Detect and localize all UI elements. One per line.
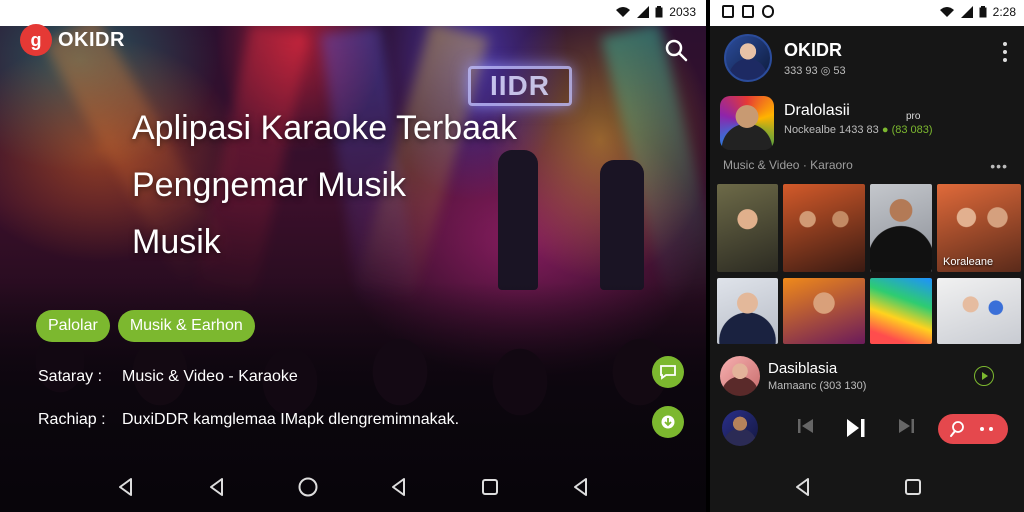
microphone-icon: [950, 421, 964, 437]
featured-meta-green: ● (83 083): [881, 124, 933, 136]
download-button[interactable]: [652, 406, 684, 438]
more-menu-icon[interactable]: [1002, 42, 1008, 62]
now-playing-avatar[interactable]: [720, 356, 760, 396]
video-tile-6[interactable]: [783, 278, 865, 344]
featured-thumbnail[interactable]: [720, 96, 774, 150]
notification-icon-3: [762, 5, 774, 18]
now-playing-subtitle: Mamaanc (303 130): [768, 380, 867, 392]
info-value-description: DuxiDDR kamglemaa IMapk dlengremimnakak.: [122, 411, 460, 428]
battery-icon: [655, 6, 663, 18]
video-tile-4[interactable]: Koraleane: [937, 184, 1021, 272]
status-bar-right: 2:28: [710, 0, 1024, 26]
download-icon: [661, 415, 675, 429]
notification-icon: [722, 5, 734, 18]
battery-icon: [979, 6, 987, 18]
now-playing-play-button[interactable]: [974, 366, 994, 386]
previous-icon[interactable]: [796, 414, 816, 438]
headline-line-1: Aplipasi Karaoke Terbaak: [132, 109, 517, 147]
video-tile-2[interactable]: [783, 184, 865, 272]
featured-title[interactable]: Dralolasii: [784, 102, 850, 120]
headline-line-3: Musik: [132, 223, 221, 261]
nav-recents-icon[interactable]: [479, 476, 501, 498]
player-avatar[interactable]: [722, 410, 758, 446]
tile-label: Koraleane: [943, 256, 994, 268]
featured-meta: Nockealbe 1433 83 ● (83 083): [784, 124, 933, 136]
right-screen-app: 2:28 OKIDR 333 93 ◎ 53 Dralolasii pro No…: [710, 0, 1024, 512]
chip-popular[interactable]: Palolar: [36, 310, 110, 342]
status-time: 2033: [669, 5, 696, 19]
signal-icon: [637, 6, 650, 18]
screen-divider: [706, 0, 710, 512]
status-time: 2:28: [992, 5, 1016, 19]
nav-back-icon[interactable]: [792, 476, 814, 498]
profile-stats: 333 93 ◎ 53: [784, 65, 846, 77]
left-screen-hero: IIDR 2033 g OKIDR Aplipasi Karaoke Terba…: [0, 0, 706, 512]
nav-bar-right: [710, 462, 1024, 512]
play-pause-icon[interactable]: [844, 414, 868, 442]
video-grid: Koraleane: [717, 184, 1023, 344]
category-chips: Palolar Musik & Earhon: [36, 310, 255, 342]
brand-name: OKIDR: [58, 28, 125, 51]
info-key-category: Sataray :: [38, 368, 103, 385]
video-tile-7[interactable]: [870, 278, 932, 344]
search-button[interactable]: [664, 38, 690, 64]
chat-button[interactable]: [652, 356, 684, 388]
notification-icon-2: [742, 5, 754, 18]
nav-bar-left: [0, 462, 706, 512]
video-tile-5[interactable]: [717, 278, 778, 344]
search-icon: [665, 39, 688, 62]
nav-back-icon[interactable]: [115, 476, 137, 498]
wifi-icon: [939, 7, 954, 17]
info-key-description: Rachiap :: [38, 411, 106, 428]
karaoke-record-button[interactable]: [938, 414, 1008, 444]
info-row-description: Rachiap : DuxiDDR kamglemaa IMapk dlengr…: [38, 411, 459, 429]
video-tile-1[interactable]: [717, 184, 778, 272]
featured-badge: pro: [906, 111, 921, 122]
profile-name: OKIDR: [784, 40, 842, 60]
video-tile-3[interactable]: [870, 184, 932, 272]
section-more-icon[interactable]: •••: [990, 158, 1008, 174]
brand[interactable]: g OKIDR: [20, 24, 125, 56]
chat-bubble-icon: [660, 365, 676, 380]
video-tile-8[interactable]: [937, 278, 1021, 344]
featured-meta-green-text: (83 083): [891, 124, 933, 136]
chip-music-earphone[interactable]: Musik & Earhon: [117, 310, 255, 342]
now-playing-title[interactable]: Dasiblasia: [768, 360, 837, 377]
info-row-category: Sataray : Music & Video - Karaoke: [38, 368, 298, 386]
play-icon: [982, 372, 988, 380]
nav-home-icon[interactable]: [297, 476, 319, 498]
next-icon[interactable]: [896, 414, 916, 438]
status-bar-left: 2033: [0, 0, 706, 26]
nav-back-icon-3[interactable]: [388, 476, 410, 498]
hero-headline: Aplipasi Karaoke Terbaak Pengŋemar Musik…: [132, 100, 572, 271]
nav-recents-icon[interactable]: [902, 476, 924, 498]
app-logo-icon: g: [20, 24, 52, 56]
app-root: IIDR 2033 g OKIDR Aplipasi Karaoke Terba…: [0, 0, 1024, 512]
section-title: Music & Video · Karaoro: [723, 158, 853, 172]
wifi-icon: [616, 7, 631, 17]
more-dots-icon: [980, 427, 993, 431]
profile-avatar[interactable]: [724, 34, 772, 82]
featured-meta-text: Nockealbe 1433 83: [784, 124, 879, 136]
nav-back-icon-2[interactable]: [206, 476, 228, 498]
guitarist-silhouette: [600, 160, 644, 290]
nav-back-icon-4[interactable]: [570, 476, 592, 498]
signal-icon: [960, 6, 973, 18]
info-value-category: Music & Video - Karaoke: [122, 368, 298, 385]
headline-line-2: Pengŋemar Musik: [132, 166, 407, 204]
